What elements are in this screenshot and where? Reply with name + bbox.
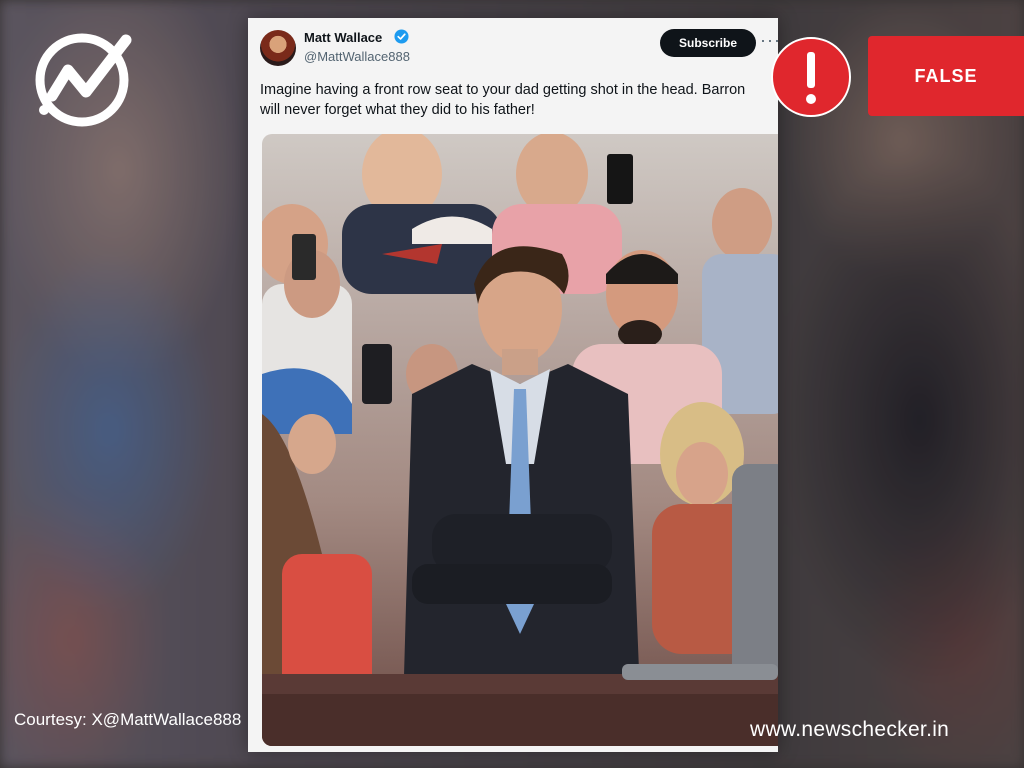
courtesy-credit: Courtesy: X@MattWallace888 — [14, 710, 242, 729]
subscribe-button[interactable]: Subscribe — [660, 29, 756, 57]
tweet-text: Imagine having a front row seat to your … — [260, 82, 746, 118]
crowd-photo-illustration — [262, 134, 778, 746]
verified-badge-icon — [394, 29, 409, 44]
site-url[interactable]: www.newschecker.in — [750, 718, 949, 742]
newschecker-logo-icon — [35, 33, 132, 127]
tweet-photo[interactable] — [262, 134, 778, 746]
verdict-false-badge: FALSE — [868, 36, 1024, 116]
avatar[interactable] — [260, 30, 296, 66]
author-name[interactable]: Matt Wallace — [304, 30, 382, 45]
tweet-card: Matt Wallace @MattWallace888 Subscribe ·… — [248, 18, 780, 752]
author-handle[interactable]: @MattWallace888 — [304, 49, 410, 64]
exclamation-icon — [771, 37, 851, 117]
